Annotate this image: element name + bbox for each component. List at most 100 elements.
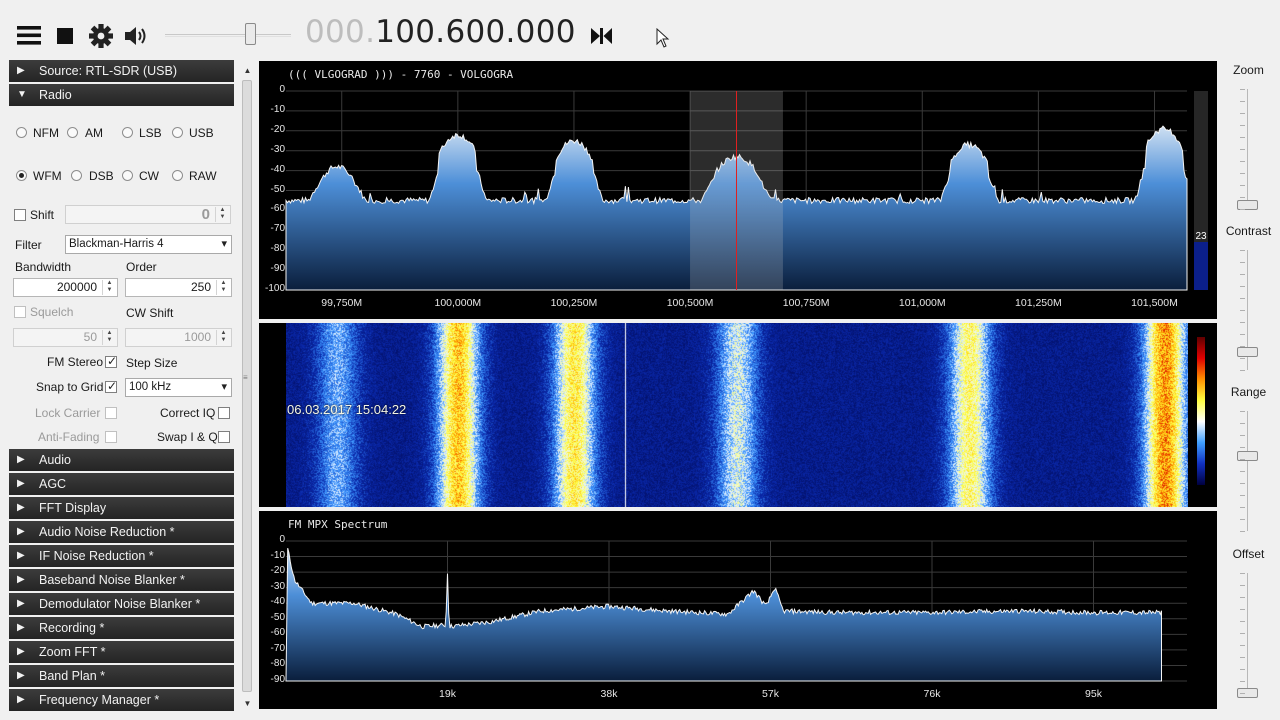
correct-iq-checkbox[interactable] (218, 407, 230, 419)
mpx-spectrum-panel[interactable]: FM MPX Spectrum 0 -10 -20 -30 -40 -50 -60 -70 -8… (259, 511, 1217, 709)
section-demodulator-noise-blanker[interactable]: ▶ Demodulator Noise Blanker * (9, 593, 234, 615)
section-label: Audio Noise Reduction * (39, 525, 175, 539)
expand-arrow-icon: ▶ (17, 454, 25, 465)
section-label: Audio (39, 453, 71, 467)
mode-radio-am[interactable] (67, 127, 78, 138)
slider-tick (1240, 137, 1245, 138)
shift-checkbox[interactable] (14, 209, 26, 221)
order-spinner[interactable]: ▲ ▼ (216, 280, 230, 295)
offset-track[interactable] (1247, 573, 1248, 698)
slider-tick (1240, 633, 1245, 634)
mouse-cursor-icon (656, 28, 670, 48)
rf-spectrum-panel[interactable]: ((( VLGOGRAD ))) - 7760 - VOLGOGRA 0 -10 -… (259, 61, 1217, 319)
shift-spinner[interactable]: ▲ ▼ (215, 207, 229, 222)
slider-tick (1240, 693, 1245, 694)
slider-tick (1240, 310, 1245, 311)
squelch-value: 50 (83, 330, 97, 344)
expand-arrow-icon: ▶ (17, 598, 25, 609)
section-baseband-noise-blanker[interactable]: ▶ Baseband Noise Blanker * (9, 569, 234, 591)
mode-radio-wfm[interactable] (16, 170, 27, 181)
shift-input[interactable]: 0 ▲ ▼ (65, 205, 231, 224)
frequency-main[interactable]: 100.600.000 (375, 14, 576, 50)
mode-radio-cw[interactable] (122, 170, 133, 181)
section-fft-display[interactable]: ▶ FFT Display (9, 497, 234, 519)
splitter-grip[interactable]: ≡ (243, 374, 251, 384)
mode-radio-dsb[interactable] (71, 170, 82, 181)
speaker-icon[interactable] (123, 22, 151, 50)
control-panel: ▶ Source: RTL-SDR (USB) ▼ Radio NFM AM LSB… (9, 60, 235, 720)
snap-to-grid-checkbox[interactable] (105, 379, 117, 393)
squelch-input[interactable]: 50 ▲ ▼ (13, 328, 118, 347)
section-frequency-manager[interactable]: ▶ Frequency Manager * (9, 689, 234, 711)
waterfall-panel[interactable]: 06.03.2017 15:04:22 (259, 323, 1217, 507)
section-if-noise-reduction[interactable]: ▶ IF Noise Reduction * (9, 545, 234, 567)
section-agc[interactable]: ▶ AGC (9, 473, 234, 495)
bandwidth-input[interactable]: 200000 ▲ ▼ (13, 278, 118, 297)
stop-icon[interactable] (54, 22, 82, 50)
swap-iq-checkbox[interactable] (218, 431, 230, 443)
squelch-spinner[interactable]: ▲ ▼ (102, 330, 116, 345)
mode-radio-lsb[interactable] (122, 127, 133, 138)
slider-tick (1240, 209, 1245, 210)
frequency-display[interactable]: 000.100.600.000 (305, 14, 576, 50)
expand-arrow-icon: ▶ (17, 694, 25, 705)
y-tick-label: -50 (270, 611, 285, 623)
zoom-track[interactable] (1247, 89, 1248, 210)
anti-fading-label: Anti-Fading (38, 430, 100, 444)
slider-tick (1240, 89, 1245, 90)
rf-spectrum-chart[interactable] (259, 61, 1217, 319)
slider-tick (1240, 125, 1245, 126)
section-audio[interactable]: ▶ Audio (9, 449, 234, 471)
cw-shift-label: CW Shift (126, 306, 174, 320)
fm-stereo-checkbox[interactable] (105, 354, 117, 368)
waterfall-image[interactable] (286, 323, 1188, 507)
toolbar: 000.100.600.000 (0, 0, 1280, 60)
scroll-down-icon[interactable]: ▼ (240, 697, 255, 711)
order-input[interactable]: 250 ▲ ▼ (125, 278, 232, 297)
section-radio[interactable]: ▼ Radio (9, 84, 234, 106)
level-meter: 23 (1194, 91, 1208, 290)
cw-shift-input[interactable]: 1000 ▲ ▼ (125, 328, 232, 347)
y-tick-label: -70 (270, 642, 285, 654)
control-panel-scrollbar[interactable]: ▲ ▼ (240, 60, 255, 715)
volume-slider[interactable] (165, 22, 291, 48)
bandwidth-spinner[interactable]: ▲ ▼ (102, 280, 116, 295)
swap-vfo-icon[interactable] (589, 22, 617, 50)
contrast-slider[interactable] (1237, 347, 1258, 357)
squelch-checkbox[interactable] (14, 306, 26, 318)
slider-tick (1240, 447, 1245, 448)
range-track[interactable] (1247, 411, 1248, 531)
section-zoom-fft[interactable]: ▶ Zoom FFT * (9, 641, 234, 663)
scroll-up-icon[interactable]: ▲ (240, 64, 255, 78)
correct-iq-label: Correct IQ (160, 406, 216, 420)
anti-fading-checkbox[interactable] (105, 431, 117, 443)
y-tick-label: -20 (270, 565, 285, 577)
mode-radio-raw[interactable] (172, 170, 183, 181)
section-recording[interactable]: ▶ Recording * (9, 617, 234, 639)
range-label: Range (1230, 385, 1267, 399)
slider-tick (1240, 681, 1245, 682)
gear-icon[interactable] (87, 22, 115, 50)
y-tick-label: -20 (270, 123, 285, 135)
lock-carrier-checkbox[interactable] (105, 407, 117, 419)
section-audio-noise-reduction[interactable]: ▶ Audio Noise Reduction * (9, 521, 234, 543)
slider-tick (1240, 149, 1245, 150)
menu-icon[interactable] (15, 22, 43, 50)
slider-tick (1240, 197, 1245, 198)
cw-shift-value: 1000 (184, 330, 211, 344)
mode-radio-usb[interactable] (172, 127, 183, 138)
section-band-plan[interactable]: ▶ Band Plan * (9, 665, 234, 687)
scrollbar-thumb[interactable] (242, 80, 252, 692)
filter-select[interactable]: Blackman-Harris 4 (65, 235, 232, 254)
step-size-select[interactable]: 100 kHz (125, 378, 232, 397)
section-source[interactable]: ▶ Source: RTL-SDR (USB) (9, 60, 234, 82)
station-title: ((( VLGOGRAD ))) - 7760 - VOLGOGRA (288, 68, 514, 81)
volume-slider-thumb[interactable] (245, 23, 257, 45)
frequency-prefix[interactable]: 000. (305, 14, 375, 50)
slider-tick (1240, 471, 1245, 472)
cw-shift-spinner[interactable]: ▲ ▼ (216, 330, 230, 345)
mode-radio-nfm[interactable] (16, 127, 27, 138)
section-label: Zoom FFT * (39, 645, 106, 659)
mpx-spectrum-chart[interactable] (259, 511, 1217, 709)
slider-tick (1240, 274, 1245, 275)
